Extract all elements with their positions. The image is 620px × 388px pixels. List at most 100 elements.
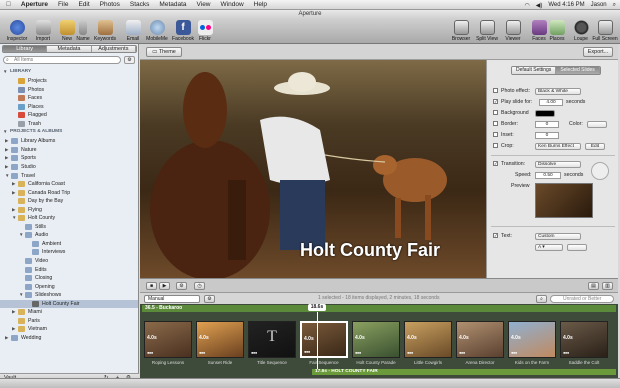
play-button[interactable]: ▶: [159, 282, 170, 290]
slide-thumbnail[interactable]: 4.0s ●●●: [508, 321, 556, 358]
soundtrack-bar[interactable]: 17.6s - HOLT COUNTY FAIR: [312, 369, 616, 375]
tree-item[interactable]: Projects: [0, 77, 138, 85]
spotlight-icon[interactable]: ⌕: [613, 2, 616, 9]
speed-field[interactable]: 0.50: [535, 172, 561, 179]
text-style-select[interactable]: Custom: [535, 233, 581, 240]
tree-item[interactable]: ▶ Miami: [0, 308, 138, 316]
slide-thumbnail[interactable]: 4.0s ●●●: [300, 321, 348, 358]
theme-button[interactable]: ▭ Theme: [146, 47, 182, 57]
tree-item[interactable]: Places: [0, 103, 138, 111]
browser-toggle-button[interactable]: ▤: [588, 282, 599, 290]
import-button[interactable]: Import: [30, 20, 56, 42]
places-button[interactable]: Places: [544, 20, 570, 42]
tree-item[interactable]: Photos: [0, 86, 138, 94]
volume-icon[interactable]: ◀): [536, 2, 543, 9]
disclosure-triangle-icon[interactable]: ▼: [3, 68, 7, 76]
tree-item[interactable]: ▶ Library Albums: [0, 137, 138, 145]
slide-thumbnail[interactable]: 4.0s ●●●: [144, 321, 192, 358]
play-slide-checkbox[interactable]: ✓: [493, 99, 498, 105]
mobileme-button[interactable]: MobileMe: [144, 20, 170, 42]
text-color-well[interactable]: [567, 244, 587, 251]
crop-edit-button[interactable]: Edit: [585, 143, 605, 150]
transition-direction-dial[interactable]: [591, 162, 609, 180]
disclosure-triangle-icon[interactable]: ▼: [12, 214, 16, 222]
add-button[interactable]: ⚙: [204, 295, 215, 303]
tree-item[interactable]: ▶ Studio: [0, 163, 138, 171]
tab-adjustments[interactable]: Adjustments: [91, 46, 136, 52]
play-slide-field[interactable]: 4.00: [539, 99, 563, 106]
email-button[interactable]: Email: [120, 20, 146, 42]
tree-item[interactable]: Flagged: [0, 111, 138, 119]
menu-aperture[interactable]: Aperture: [21, 1, 48, 8]
disclosure-triangle-icon[interactable]: ▶: [5, 146, 8, 154]
border-color-well[interactable]: [587, 121, 607, 128]
tree-item[interactable]: ▶ California Coast: [0, 180, 138, 188]
tree-item[interactable]: ▶ Canada Road Trip: [0, 189, 138, 197]
clock[interactable]: Wed 4:16 PM: [548, 2, 584, 8]
tree-item[interactable]: ▼ Holt County: [0, 214, 138, 222]
action-menu-button[interactable]: ⚙: [124, 56, 135, 64]
border-field[interactable]: 0: [535, 121, 559, 128]
tree-item[interactable]: Interviews: [0, 248, 138, 256]
disclosure-triangle-icon[interactable]: ▶: [12, 189, 15, 197]
tree-item[interactable]: ▶ Sports: [0, 154, 138, 162]
inset-checkbox[interactable]: [493, 132, 498, 138]
wifi-icon[interactable]: ◠: [524, 2, 529, 9]
tab-metadata[interactable]: Metadata: [47, 46, 92, 52]
tree-item[interactable]: Trash: [0, 120, 138, 128]
tree-item[interactable]: Ambient: [0, 240, 138, 248]
filter-search-input[interactable]: Unrated or Better: [550, 295, 614, 303]
menu-metadata[interactable]: Metadata: [159, 1, 186, 8]
inspector-toggle-button[interactable]: ▥: [602, 282, 613, 290]
keywords-button[interactable]: Keywords: [92, 20, 118, 42]
tree-item[interactable]: ▼ Slideshows: [0, 291, 138, 299]
disclosure-triangle-icon[interactable]: ▼: [19, 231, 23, 239]
menu-edit[interactable]: Edit: [78, 1, 89, 8]
disclosure-triangle-icon[interactable]: ▶: [12, 325, 15, 333]
photo-effect-checkbox[interactable]: [493, 88, 498, 94]
disclosure-triangle-icon[interactable]: ▶: [12, 180, 15, 188]
playhead[interactable]: [317, 312, 318, 372]
sequence-audio-bar[interactable]: 36.5 - Buckaroo: [142, 305, 616, 312]
full-screen-button[interactable]: Full Screen: [592, 20, 618, 42]
tree-item[interactable]: ▶ Wedding: [0, 334, 138, 342]
tab-library[interactable]: Library: [3, 46, 48, 52]
background-checkbox[interactable]: [493, 110, 498, 116]
slide-thumbnail[interactable]: 4.0s ●●●: [196, 321, 244, 358]
background-color-well[interactable]: [535, 110, 555, 117]
disclosure-triangle-icon[interactable]: ▼: [5, 172, 9, 180]
slide-thumbnail[interactable]: 4.0s ●●●: [456, 321, 504, 358]
menu-window[interactable]: Window: [221, 1, 244, 8]
tree-item[interactable]: Video: [0, 257, 138, 265]
slide-preview-image[interactable]: Holt County Fair: [140, 60, 486, 278]
tree-item[interactable]: Day by the Bay: [0, 197, 138, 205]
tree-item[interactable]: Stills: [0, 223, 138, 231]
text-font-button[interactable]: A ▾: [535, 244, 563, 251]
transition-select[interactable]: Dissolve: [535, 161, 581, 168]
viewer-button[interactable]: Viewer: [500, 20, 526, 42]
browser-button[interactable]: Browser: [448, 20, 474, 42]
disclosure-triangle-icon[interactable]: ▼: [19, 291, 23, 299]
stop-button[interactable]: ■: [146, 282, 157, 290]
flickr-button[interactable]: Flickr: [192, 20, 218, 42]
loupe-button[interactable]: Loupe: [568, 20, 594, 42]
crop-checkbox[interactable]: [493, 143, 498, 149]
disclosure-triangle-icon[interactable]: ▶: [5, 154, 8, 162]
settings-button[interactable]: ⚙: [176, 282, 187, 290]
tab-selected-slides[interactable]: Selected Slides: [556, 67, 600, 74]
tree-item[interactable]: ▶ Flying: [0, 206, 138, 214]
split-view-button[interactable]: Split View: [474, 20, 500, 42]
photo-effect-select[interactable]: Black & White: [535, 88, 581, 95]
menu-stacks[interactable]: Stacks: [130, 1, 150, 8]
library-search-input[interactable]: All Items: [3, 56, 121, 64]
tree-item[interactable]: ▼ Travel: [0, 172, 138, 180]
slide-thumbnail[interactable]: T ●●●: [248, 321, 296, 358]
tree-item[interactable]: Edits: [0, 266, 138, 274]
disclosure-triangle-icon[interactable]: ▼: [3, 128, 7, 136]
menu-file[interactable]: File: [58, 1, 68, 8]
transition-checkbox[interactable]: ✓: [493, 161, 498, 167]
filter-button[interactable]: ⌕: [536, 295, 547, 303]
slide-thumbnail[interactable]: 4.0s ●●●: [352, 321, 400, 358]
tree-item[interactable]: Holt County Fair: [0, 299, 138, 308]
user-name[interactable]: Jason: [591, 2, 607, 8]
